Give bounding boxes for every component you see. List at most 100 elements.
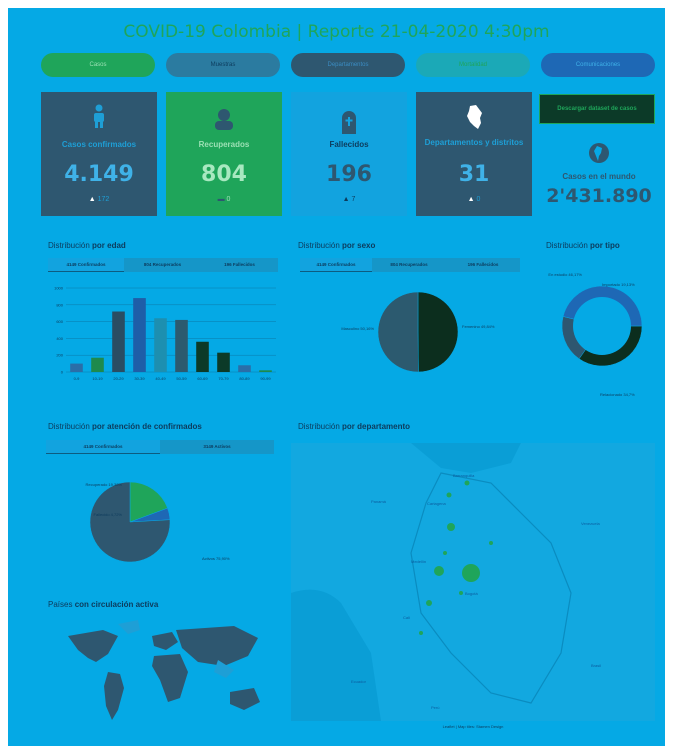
age-tab-recovered[interactable]: 804 Recuperados	[124, 258, 201, 272]
recovered-delta: ▬ 0	[166, 196, 282, 203]
x-tick-label: 60-69	[197, 376, 208, 381]
nav-casos-button[interactable]: Casos	[41, 53, 155, 77]
map-label-brasil: Brasil	[591, 663, 602, 668]
countries-title-bold: con circulación activa	[74, 600, 159, 609]
age-bar-chart: 1000 800 600 400 200 0 0-9 10-19 20-29 30-39 40-49…	[54, 286, 276, 381]
nav-muestras-button[interactable]: Muestras	[166, 53, 280, 77]
type-title-bold: por tipo	[590, 241, 620, 250]
small-bubble-2[interactable]	[489, 541, 493, 545]
small-bubble-1[interactable]	[443, 551, 447, 555]
age-bar	[175, 319, 188, 372]
asia-shape	[176, 626, 258, 666]
pie-slice	[377, 291, 419, 373]
sex-tab-confirmed[interactable]: 4149 Confirmados	[300, 258, 372, 272]
age-title-prefix: Distribución	[48, 241, 90, 250]
world-label: Casos en el mundo	[562, 172, 636, 181]
pie-label: Femenino 49,84%	[462, 324, 495, 329]
pie-label: Activos 75,90%	[202, 556, 230, 561]
sex-tabs: 4149 Confirmados 804 Recuperados 196 Fal…	[300, 258, 520, 272]
map-label-cartagena: Cartagena	[427, 501, 446, 506]
sex-tab-deaths[interactable]: 196 Fallecidos	[446, 258, 520, 272]
pie-label: Recuperado 19,38%	[86, 482, 123, 487]
sex-tab-recovered[interactable]: 804 Recuperados	[372, 258, 446, 272]
recovered-card: Recuperados 804 ▬ 0	[166, 92, 282, 216]
map-label-cali: Cali	[403, 615, 410, 620]
page-title: COVID-19 Colombia | Reporte 21-04-2020 4…	[123, 22, 550, 42]
x-tick-label: 90-99	[260, 376, 271, 381]
small-bubble-3[interactable]	[459, 591, 463, 595]
recovered-value: 804	[201, 162, 247, 187]
x-tick-label: 20-29	[113, 376, 124, 381]
deaths-value: 196	[326, 162, 372, 187]
person-icon	[94, 104, 104, 128]
confirmed-value: 4.149	[64, 162, 134, 187]
nav-departamentos-button[interactable]: Departamentos	[291, 53, 405, 77]
pie-label: Importado 19,13%	[602, 282, 635, 287]
attention-pie-chart: Recuperado 19,38% Fallecido 4,72% Activos …	[86, 481, 230, 563]
small-bubble-4[interactable]	[419, 631, 423, 635]
x-tick-label: 50-59	[176, 376, 187, 381]
type-section-title: Distribución por tipo	[546, 241, 620, 250]
age-bar	[154, 318, 167, 372]
age-bar	[217, 352, 230, 372]
department-section-title: Distribución por departamento	[298, 422, 410, 431]
nav-comunicaciones-button[interactable]: Comunicaciones	[541, 53, 655, 77]
departments-delta-value: 0	[476, 196, 481, 203]
departments-card: Departamentos y distritos 31 ▲ 0	[416, 92, 532, 216]
confirmed-delta: ▲ 172	[41, 196, 157, 203]
attention-tab-active[interactable]: 3149 Activos	[160, 440, 274, 454]
age-tab-deaths[interactable]: 196 Fallecidos	[201, 258, 278, 272]
download-dataset-button[interactable]: Descargar dataset de casos	[539, 94, 655, 124]
age-title-bold: por edad	[92, 241, 126, 250]
age-bar	[91, 357, 104, 372]
attention-section-title: Distribución por atención de confirmados	[48, 422, 202, 431]
europe-shape	[152, 632, 178, 650]
medellin-bubble[interactable]	[434, 566, 444, 576]
barranquilla-bubble[interactable]	[464, 480, 470, 486]
age-bar	[112, 311, 125, 372]
type-title-prefix: Distribución	[546, 241, 588, 250]
map-legend: Leaflet | Map tiles: Stamen Design	[442, 724, 504, 729]
id-card-icon: ▬	[217, 196, 225, 203]
sex-title-prefix: Distribución	[298, 241, 340, 250]
countries-title-prefix: Países	[48, 600, 73, 609]
recovered-delta-value: 0	[226, 196, 231, 203]
age-bar	[70, 363, 83, 372]
age-bar	[259, 370, 272, 372]
cali-bubble[interactable]	[426, 600, 432, 606]
up-arrow-icon: ▲	[467, 196, 475, 203]
age-bar	[133, 298, 146, 372]
up-arrow-icon: ▲	[88, 196, 96, 203]
attention-tab-confirmed[interactable]: 4149 Confirmados	[46, 440, 160, 454]
cartagena-bubble[interactable]	[446, 492, 452, 498]
greenland-shape	[118, 620, 140, 634]
y-tick-label: 1000	[54, 286, 64, 291]
north-america-shape	[68, 630, 118, 662]
recovered-label: Recuperados	[198, 140, 250, 149]
south-america-shape	[104, 672, 124, 720]
sex-section-title: Distribución por sexo	[298, 241, 375, 250]
age-tabs: 4149 Confirmados 804 Recuperados 196 Fal…	[48, 258, 278, 272]
department-map[interactable]: Bogotá Medellín Cali Barranquilla Cartag…	[291, 443, 655, 721]
y-tick-label: 400	[56, 336, 63, 341]
x-tick-label: 40-49	[155, 376, 166, 381]
deaths-card: Fallecidos 196 ▲ 7	[291, 92, 407, 216]
region-bubble[interactable]	[447, 523, 455, 531]
pie-label: Relacionado 34,7%	[600, 392, 635, 397]
attention-title-prefix: Distribución	[48, 422, 90, 431]
map-label-panama: Panamá	[371, 499, 386, 504]
bogota-bubble[interactable]	[462, 564, 480, 582]
deaths-delta-value: 7	[351, 196, 356, 203]
nav-mortalidad-button[interactable]: Mortalidad	[416, 53, 530, 77]
y-tick-label: 800	[56, 302, 63, 307]
department-map-canvas	[291, 443, 655, 721]
type-donut-chart: Relacionado 34,7% Importado 19,13% En estu…	[548, 272, 643, 397]
map-label-peru: Perú	[431, 705, 440, 710]
x-tick-label: 70-79	[218, 376, 229, 381]
age-tab-confirmed[interactable]: 4149 Confirmados	[48, 258, 124, 272]
departments-label: Departamentos y distritos	[424, 138, 524, 147]
confirmed-card: Casos confirmados 4.149 ▲ 172	[41, 92, 157, 216]
world-card: Descargar dataset de casos Casos en el m…	[539, 92, 657, 216]
world-map[interactable]	[48, 614, 278, 734]
map-label-venezuela: Venezuela	[581, 521, 600, 526]
